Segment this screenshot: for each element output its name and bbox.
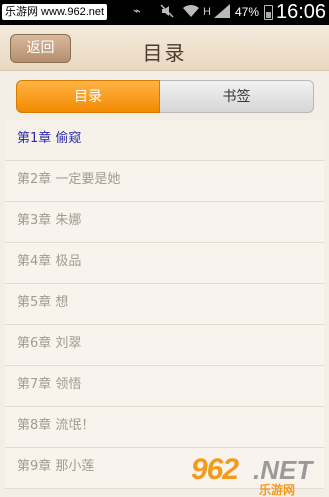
- chapter-label: 第3章 朱娜: [17, 213, 82, 228]
- chapter-label: 第5章 想: [17, 295, 69, 310]
- wifi-icon: [182, 4, 200, 23]
- list-item[interactable]: 第6章 刘翠: [5, 325, 324, 366]
- clock: 16:06: [276, 1, 327, 23]
- battery-icon: [264, 5, 273, 20]
- mute-icon: [160, 4, 174, 23]
- title-bar: 返回 目录: [0, 25, 329, 71]
- list-item[interactable]: 第5章 想: [5, 284, 324, 325]
- watermark-logo: 962 .NET 乐游网: [191, 453, 327, 497]
- list-item[interactable]: 第8章 流氓！: [5, 407, 324, 448]
- chapter-label: 第1章 偷窥: [17, 131, 82, 146]
- list-item[interactable]: 第1章 偷窥: [5, 120, 324, 161]
- status-bar: 乐游网 www.962.net ⌁ H 47% 16:06: [0, 0, 329, 25]
- page-title: 目录: [142, 41, 187, 65]
- list-item[interactable]: 第2章 一定要是她: [5, 161, 324, 202]
- watermark-number: 962: [191, 453, 239, 486]
- tab-contents[interactable]: 目录: [16, 80, 160, 113]
- watermark-label: 乐游网 www.962.net: [2, 4, 108, 20]
- chapter-label: 第7章 领悟: [17, 377, 82, 392]
- list-item[interactable]: 第4章 极品: [5, 243, 324, 284]
- chapter-list: 第1章 偷窥 第2章 一定要是她 第3章 朱娜 第4章 极品 第5章 想 第6章…: [5, 120, 324, 489]
- h-signal-icon: H: [203, 6, 211, 18]
- tab-bar: 目录 书签: [0, 71, 329, 120]
- signal-bars-icon: [214, 4, 230, 23]
- chapter-label: 第4章 极品: [17, 254, 82, 269]
- usb-icon: ⌁: [133, 4, 141, 19]
- tab-bookmarks[interactable]: 书签: [160, 80, 314, 113]
- chapter-label: 第9章 那小莲: [17, 459, 95, 474]
- watermark-sub: 乐游网: [259, 483, 296, 497]
- list-item[interactable]: 第7章 领悟: [5, 366, 324, 407]
- chapter-label: 第8章 流氓！: [17, 418, 95, 433]
- chapter-label: 第6章 刘翠: [17, 336, 82, 351]
- chapter-label: 第2章 一定要是她: [17, 172, 121, 187]
- list-item[interactable]: 第3章 朱娜: [5, 202, 324, 243]
- battery-percent: 47%: [235, 5, 260, 19]
